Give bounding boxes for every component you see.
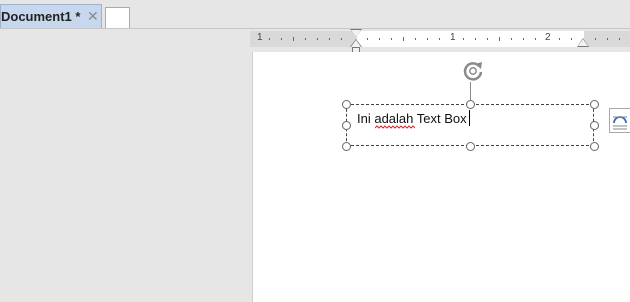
- ruler-tick: [523, 38, 524, 40]
- layout-options-icon: [613, 116, 627, 130]
- ruler-tick: [391, 38, 392, 40]
- spelling-error-underline: [375, 125, 415, 129]
- ruler-tick: [317, 38, 318, 40]
- ruler-tick: [607, 38, 608, 40]
- ruler-tick: [571, 38, 572, 40]
- ruler-number: 1: [257, 32, 263, 43]
- resize-handle-bottom[interactable]: [466, 142, 475, 151]
- ruler-tick: [269, 38, 270, 40]
- ruler-number: 2: [545, 32, 551, 43]
- resize-handle-bottom-left[interactable]: [342, 142, 351, 151]
- new-tab-button[interactable]: [105, 7, 130, 28]
- ruler-tick: [439, 38, 440, 40]
- right-indent-marker-fill: [578, 39, 588, 46]
- ruler-tick: [499, 37, 500, 41]
- ruler-tick: [475, 38, 476, 40]
- ruler-tick: [305, 38, 306, 40]
- ruler-tick: [559, 38, 560, 40]
- ruler-tick: [463, 38, 464, 40]
- ruler-tick: [415, 38, 416, 40]
- ruler-tick: [281, 38, 282, 40]
- ruler-tick: [535, 38, 536, 40]
- hanging-indent-marker-fill: [351, 40, 361, 47]
- close-tab-icon[interactable]: ✕: [87, 8, 99, 24]
- resize-handle-left[interactable]: [342, 121, 351, 130]
- ruler-tick: [619, 38, 620, 40]
- ruler-tick: [427, 38, 428, 40]
- tab-document1[interactable]: Document1 * ✕: [0, 4, 102, 28]
- resize-handle-right[interactable]: [590, 121, 599, 130]
- first-line-indent-marker-fill: [351, 30, 361, 37]
- document-page[interactable]: [252, 52, 630, 302]
- ruler-tick: [511, 38, 512, 40]
- ruler-tick: [293, 37, 294, 41]
- resize-handle-bottom-right[interactable]: [590, 142, 599, 151]
- ruler-tick: [403, 37, 404, 41]
- ruler-tick: [379, 38, 380, 40]
- tab-label: Document1 *: [1, 9, 81, 24]
- resize-handle-top[interactable]: [466, 100, 475, 109]
- text-cursor: [469, 110, 470, 126]
- ruler-tick: [595, 38, 596, 40]
- ruler-tick: [329, 38, 330, 40]
- rotate-icon[interactable]: [460, 58, 486, 84]
- tab-bar: Document1 * ✕: [0, 0, 630, 29]
- resize-handle-top-left[interactable]: [342, 100, 351, 109]
- resize-handle-top-right[interactable]: [590, 100, 599, 109]
- ruler-number: 1: [450, 32, 456, 43]
- ruler-tick: [487, 38, 488, 40]
- ruler-tick: [341, 38, 342, 40]
- horizontal-ruler[interactable]: 1 1 2: [250, 29, 630, 47]
- layout-options-button[interactable]: [609, 108, 630, 133]
- text-box-content[interactable]: Ini adalah Text Box: [357, 111, 467, 126]
- ruler-tick: [367, 38, 368, 40]
